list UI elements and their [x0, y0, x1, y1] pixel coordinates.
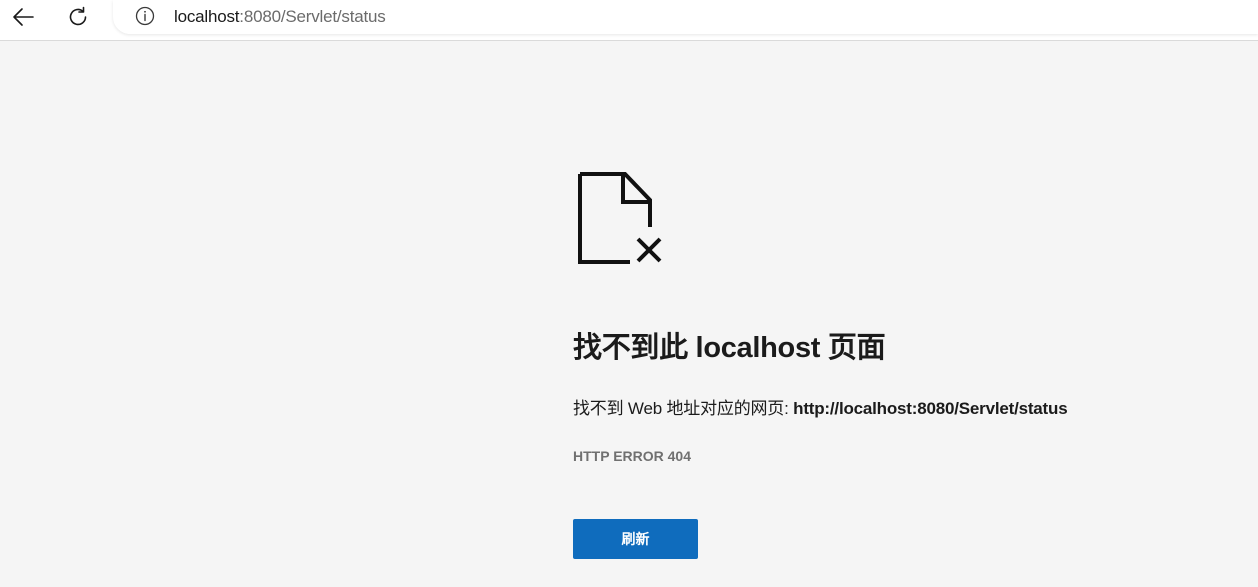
error-description: 找不到 Web 地址对应的网页: http://localhost:8080/S…	[573, 394, 1068, 419]
browser-toolbar: localhost:8080/Servlet/status	[0, 0, 1258, 41]
error-code: HTTP ERROR 404	[573, 448, 691, 464]
page-title: 找不到此 localhost 页面	[573, 332, 886, 364]
url-text[interactable]: localhost:8080/Servlet/status	[174, 7, 386, 27]
refresh-button[interactable]: 刷新	[573, 519, 698, 559]
back-button[interactable]	[7, 4, 39, 30]
document-x-icon	[578, 172, 662, 264]
reload-button[interactable]	[62, 4, 94, 30]
arrow-left-icon	[13, 8, 34, 26]
url-host: localhost	[174, 7, 240, 26]
url-path: :8080/Servlet/status	[239, 7, 386, 26]
description-url: http://localhost:8080/Servlet/status	[793, 399, 1068, 418]
info-icon[interactable]	[135, 6, 155, 26]
address-bar[interactable]: localhost:8080/Servlet/status	[113, 0, 1258, 34]
reload-icon	[69, 6, 87, 26]
description-text: 找不到 Web 地址对应的网页:	[573, 399, 794, 418]
